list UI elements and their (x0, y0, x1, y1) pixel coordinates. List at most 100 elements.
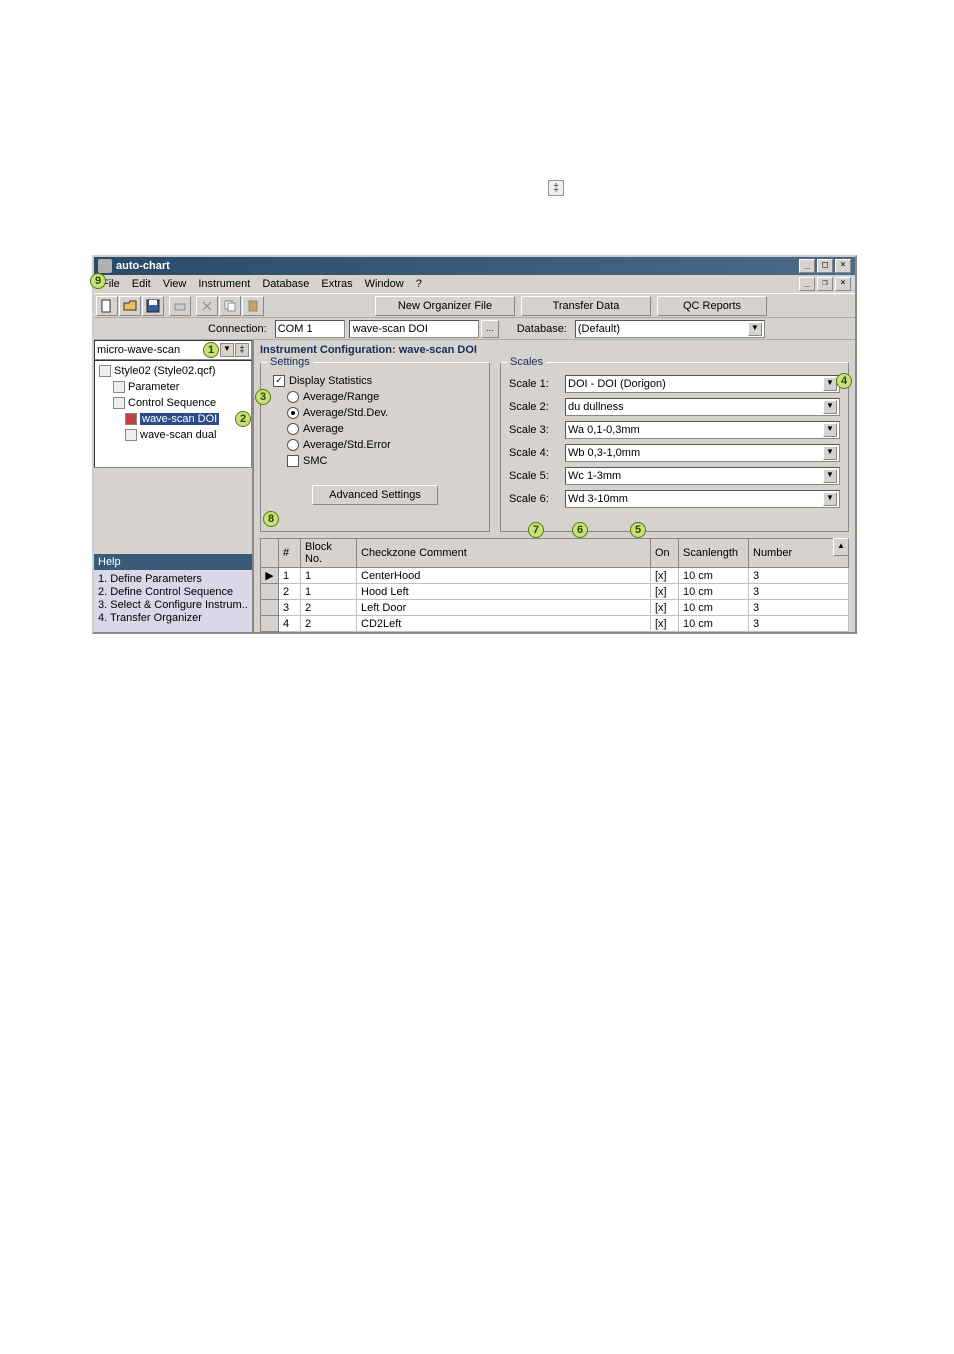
cell-scanlength[interactable]: 10 cm (679, 584, 749, 600)
radio-average-stderror[interactable]: Average/Std.Error (287, 437, 481, 453)
chevron-down-icon[interactable]: ▼ (823, 400, 837, 414)
cell-on[interactable]: [x] (651, 600, 679, 616)
tree[interactable]: Style02 (Style02.qcf) Parameter Control … (94, 360, 252, 468)
cell-block[interactable]: 1 (301, 568, 357, 584)
grid-header[interactable]: Checkzone Comment (357, 539, 651, 568)
menu-edit[interactable]: Edit (126, 276, 157, 292)
chevron-down-icon[interactable]: ▼ (823, 423, 837, 437)
table-row[interactable]: 3 2 Left Door [x] 10 cm 3 (261, 600, 849, 616)
tree-item-style[interactable]: Style02 (Style02.qcf) (97, 363, 249, 379)
new-button[interactable] (96, 296, 118, 316)
cell-checkzone[interactable]: CenterHood (357, 568, 651, 584)
cell-block[interactable]: 1 (301, 584, 357, 600)
tree-item-parameter[interactable]: Parameter (97, 379, 249, 395)
smc-checkbox[interactable]: SMC (287, 453, 481, 469)
cell-on[interactable]: [x] (651, 568, 679, 584)
minimize-button[interactable]: _ (799, 259, 815, 273)
transfer-data-button[interactable]: Transfer Data (521, 296, 651, 316)
database-combo[interactable]: (Default) ▼ (575, 320, 765, 338)
cell-on[interactable]: [x] (651, 584, 679, 600)
radio-average-stddev[interactable]: Average/Std.Dev. (287, 405, 481, 421)
tree-item-wavescan-doi[interactable]: wave-scan DOI 2 (97, 411, 249, 427)
table-row[interactable]: 2 1 Hood Left [x] 10 cm 3 (261, 584, 849, 600)
chevron-down-icon[interactable]: ▼ (823, 446, 837, 460)
close-button[interactable]: × (835, 259, 851, 273)
cell-number[interactable]: 3 (749, 600, 849, 616)
mdi-close-button[interactable]: × (835, 277, 851, 291)
chevron-down-icon[interactable]: ▼ (823, 469, 837, 483)
menu-window[interactable]: Window (359, 276, 410, 292)
advanced-settings-button[interactable]: Advanced Settings (312, 485, 438, 505)
menu-help[interactable]: ? (410, 276, 428, 292)
grid-header[interactable]: Scanlength (679, 539, 749, 568)
settings-groupbox: Settings 3 Display Statistics Average/Ra… (260, 362, 490, 532)
device-browse-button[interactable]: ... (481, 320, 499, 338)
row-selector[interactable] (261, 616, 279, 632)
grid-header[interactable]: # (279, 539, 301, 568)
new-organizer-button[interactable]: New Organizer File (375, 296, 515, 316)
print-button[interactable] (169, 296, 191, 316)
cell-scanlength[interactable]: 10 cm (679, 600, 749, 616)
cell-checkzone[interactable]: Left Door (357, 600, 651, 616)
table-row[interactable]: 4 2 CD2Left [x] 10 cm 3 (261, 616, 849, 632)
chevron-down-icon[interactable]: ▼ (748, 322, 762, 336)
annotation-8: 8 (263, 511, 279, 527)
copy-button[interactable] (219, 296, 241, 316)
table-row[interactable]: ▶ 1 1 CenterHood [x] 10 cm 3 (261, 568, 849, 584)
cell-n[interactable]: 4 (279, 616, 301, 632)
cell-block[interactable]: 2 (301, 600, 357, 616)
row-selector[interactable] (261, 584, 279, 600)
save-button[interactable] (142, 296, 164, 316)
mdi-minimize-button[interactable]: _ (799, 277, 815, 291)
scroll-up-button[interactable]: ▲ (833, 538, 849, 556)
grid-header[interactable]: On (651, 539, 679, 568)
device-field[interactable]: wave-scan DOI (349, 320, 479, 338)
tree-config-button[interactable]: ‡ (235, 343, 249, 357)
mdi-restore-button[interactable]: ❐ (817, 277, 833, 291)
grid-header[interactable]: Block No. (301, 539, 357, 568)
menu-instrument[interactable]: Instrument (192, 276, 256, 292)
cell-number[interactable]: 3 (749, 584, 849, 600)
cell-number[interactable]: 3 (749, 568, 849, 584)
qc-reports-button[interactable]: QC Reports (657, 296, 767, 316)
tree-item-control-sequence[interactable]: Control Sequence (97, 395, 249, 411)
tree-dropdown-icon[interactable]: ▼ (220, 343, 234, 357)
cut-button[interactable] (196, 296, 218, 316)
cell-checkzone[interactable]: Hood Left (357, 584, 651, 600)
radio-average-range[interactable]: Average/Range (287, 389, 481, 405)
cell-checkzone[interactable]: CD2Left (357, 616, 651, 632)
scale-3-combo[interactable]: Wa 0,1-0,3mm▼ (565, 421, 840, 439)
com-port-combo[interactable]: COM 1 (275, 320, 345, 338)
open-button[interactable] (119, 296, 141, 316)
row-selector[interactable]: ▶ (261, 568, 279, 584)
chevron-down-icon[interactable]: ▼ (823, 492, 837, 506)
scale-value: Wd 3-10mm (568, 493, 628, 505)
cell-scanlength[interactable]: 10 cm (679, 568, 749, 584)
menu-database[interactable]: Database (256, 276, 315, 292)
annotation-5: 5 (630, 522, 646, 538)
row-selector[interactable] (261, 600, 279, 616)
radio-average[interactable]: Average (287, 421, 481, 437)
scale-5-combo[interactable]: Wc 1-3mm▼ (565, 467, 840, 485)
display-statistics-checkbox[interactable]: Display Statistics (273, 373, 481, 389)
cell-n[interactable]: 1 (279, 568, 301, 584)
scale-row-3: Scale 3: Wa 0,1-0,3mm▼ (509, 419, 840, 441)
cell-scanlength[interactable]: 10 cm (679, 616, 749, 632)
scale-1-combo[interactable]: DOI - DOI (Dorigon)▼ (565, 375, 840, 393)
maximize-button[interactable]: □ (817, 259, 833, 273)
tree-item-wavescan-dual[interactable]: wave-scan dual (97, 427, 249, 443)
cell-n[interactable]: 3 (279, 600, 301, 616)
radio-icon (287, 391, 299, 403)
checkzone-grid[interactable]: # Block No. Checkzone Comment On Scanlen… (260, 538, 849, 632)
chevron-down-icon[interactable]: ▼ (823, 377, 837, 391)
cell-n[interactable]: 2 (279, 584, 301, 600)
cell-block[interactable]: 2 (301, 616, 357, 632)
menu-extras[interactable]: Extras (315, 276, 358, 292)
paste-button[interactable] (242, 296, 264, 316)
cell-number[interactable]: 3 (749, 616, 849, 632)
scale-2-combo[interactable]: du dullness▼ (565, 398, 840, 416)
cell-on[interactable]: [x] (651, 616, 679, 632)
menu-view[interactable]: View (157, 276, 193, 292)
scale-6-combo[interactable]: Wd 3-10mm ▼ (565, 490, 840, 508)
scale-4-combo[interactable]: Wb 0,3-1,0mm▼ (565, 444, 840, 462)
